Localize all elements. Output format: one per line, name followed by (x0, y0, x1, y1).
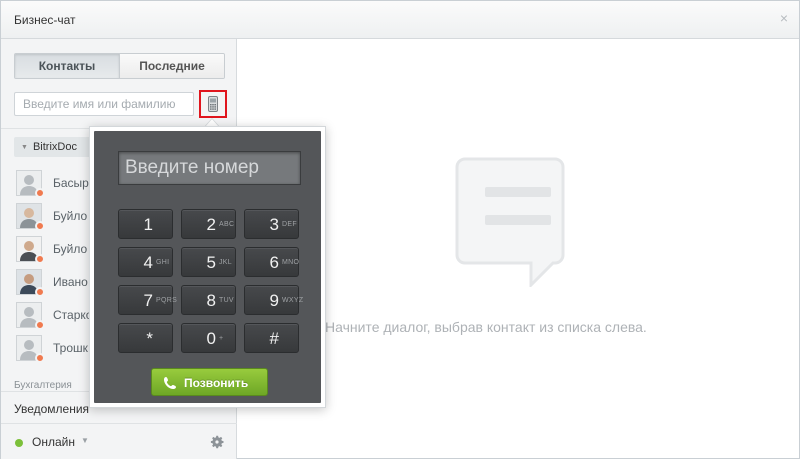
dial-key-hash[interactable]: # (244, 323, 299, 353)
key-digit: 1 (143, 215, 153, 234)
contact-name: Ивано (53, 275, 88, 289)
key-digit: 8 (206, 291, 216, 310)
online-status-dot (15, 439, 23, 447)
key-letters: ABC (219, 221, 235, 228)
dial-key-2[interactable]: 2 ABC (181, 209, 236, 239)
key-digit: 9 (269, 291, 279, 310)
dial-key-8[interactable]: 8 TUV (181, 285, 236, 315)
close-icon[interactable]: × (777, 11, 791, 25)
key-digit: 2 (206, 215, 216, 234)
status-away-badge (35, 221, 45, 231)
dial-key-6[interactable]: 6 MNO (244, 247, 299, 277)
chevron-down-icon[interactable]: ▼ (81, 436, 89, 445)
contact-name: Буйло (53, 242, 88, 256)
dial-key-3[interactable]: 3 DEF (244, 209, 299, 239)
status-away-badge (35, 254, 45, 264)
gear-icon[interactable] (209, 434, 225, 450)
key-digit: 5 (206, 253, 216, 272)
contact-name: Старко (53, 308, 93, 322)
call-button-label: Позвонить (184, 376, 249, 390)
status-away-badge (35, 188, 45, 198)
search-input[interactable] (14, 92, 194, 116)
phone-number-input[interactable] (118, 151, 301, 185)
key-letters: TUV (219, 297, 234, 304)
notifications-link[interactable]: Уведомления (14, 402, 89, 416)
mobile-phone-icon (208, 96, 218, 112)
key-letters: DEF (282, 221, 297, 228)
dial-key-star[interactable]: * (118, 323, 173, 353)
key-letters: JKL (219, 259, 232, 266)
phone-handset-icon (164, 377, 176, 389)
contact-name: Трошк (53, 341, 88, 355)
status-away-badge (35, 320, 45, 330)
key-digit: 3 (269, 215, 279, 234)
contact-name: Буйло (53, 209, 88, 223)
status-away-badge (35, 353, 45, 363)
triangle-down-icon: ▼ (21, 144, 28, 151)
key-digit: # (269, 329, 279, 348)
key-digit: 0 (206, 329, 216, 348)
titlebar: Бизнес-чат × (1, 1, 799, 39)
key-letters: PQRS (156, 297, 178, 304)
key-letters: MNO (282, 259, 300, 266)
key-letters: + (219, 335, 224, 342)
dial-key-5[interactable]: 5 JKL (181, 247, 236, 277)
group-label: BitrixDoc (32, 141, 77, 153)
key-digit: 7 (143, 291, 153, 310)
tab-contacts[interactable]: Контакты (15, 54, 119, 78)
dial-key-0[interactable]: 0 + (181, 323, 236, 353)
key-letters: GHI (156, 259, 170, 266)
dial-key-7[interactable]: 7 PQRS (118, 285, 177, 315)
dial-key-9[interactable]: 9 WXYZ (244, 285, 303, 315)
chat-bubble-icon (455, 157, 565, 287)
contact-name: Басыр (53, 176, 89, 190)
empty-state-text: Начните диалог, выбрав контакт из списка… (325, 319, 647, 335)
key-digit: 4 (143, 253, 153, 272)
call-button[interactable]: Позвонить (151, 368, 268, 396)
key-digit: * (146, 329, 153, 348)
status-bar: Онлайн ▼ (1, 423, 237, 459)
status-selector[interactable]: Онлайн (32, 435, 75, 449)
tab-recent[interactable]: Последние (119, 54, 224, 78)
dial-key-4[interactable]: 4 GHI (118, 247, 173, 277)
dialer-panel: 1 2ABC 3DEF 4GHI 5JKL 6MNO 7PQRS 8TUV 9W… (94, 131, 321, 403)
key-digit: 6 (269, 253, 279, 272)
phone-dialer-popup: 1 2ABC 3DEF 4GHI 5JKL 6MNO 7PQRS 8TUV 9W… (89, 126, 326, 408)
contacts-tabs: Контакты Последние (14, 53, 225, 79)
dial-key-1[interactable]: 1 (118, 209, 173, 239)
window-title: Бизнес-чат (14, 13, 76, 27)
key-letters: WXYZ (282, 297, 304, 304)
phone-dialer-button[interactable] (199, 90, 227, 118)
status-away-badge (35, 287, 45, 297)
